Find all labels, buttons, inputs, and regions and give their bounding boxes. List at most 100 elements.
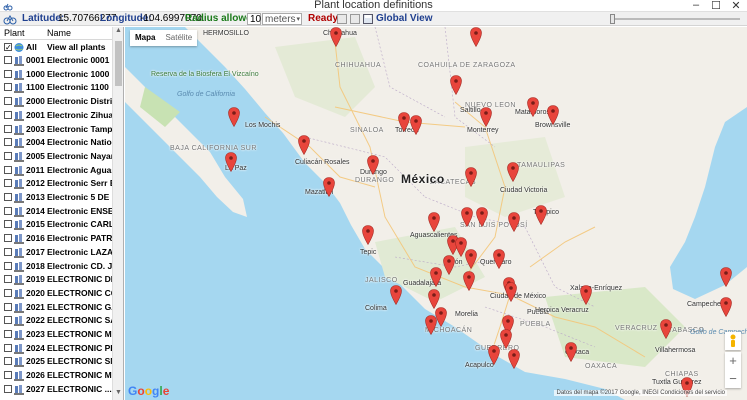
- map-type-satellite[interactable]: Satélite: [160, 30, 197, 46]
- panel-scrollbar[interactable]: ▲ ▼: [112, 27, 123, 400]
- plant-checkbox[interactable]: [4, 302, 12, 311]
- plant-marker-icon[interactable]: [488, 345, 500, 365]
- plant-marker-icon[interactable]: [362, 225, 374, 245]
- plant-checkbox[interactable]: [4, 138, 12, 147]
- zoom-in-button[interactable]: +: [725, 352, 741, 370]
- save-icon[interactable]: [363, 14, 373, 24]
- plant-checkbox[interactable]: [4, 151, 12, 160]
- plant-row[interactable]: 2013Electronic 5 DE DICIEM: [0, 191, 112, 204]
- scroll-down-icon[interactable]: ▼: [113, 389, 123, 399]
- plant-row-all[interactable]: ✓ All View all plants: [0, 41, 112, 54]
- plant-row[interactable]: 2005Electronic Nayarit: [0, 150, 112, 163]
- plant-marker-icon[interactable]: [470, 27, 482, 47]
- plant-marker-icon[interactable]: [323, 177, 335, 197]
- plant-checkbox[interactable]: [4, 288, 12, 297]
- grid-icon[interactable]: [337, 14, 347, 24]
- plant-row[interactable]: 2027 ELECTRONIC ...: [0, 383, 112, 396]
- plant-marker-icon[interactable]: [493, 249, 505, 269]
- plant-marker-icon[interactable]: [527, 97, 539, 117]
- plant-marker-icon[interactable]: [500, 329, 512, 349]
- plant-row[interactable]: 2022ELECTRONIC SALTILLO: [0, 314, 112, 327]
- plant-row[interactable]: 2001Electronic Zihuatanejo: [0, 109, 112, 122]
- plant-marker-icon[interactable]: [428, 212, 440, 232]
- global-view-button[interactable]: Global View: [376, 13, 433, 25]
- plant-checkbox[interactable]: [4, 330, 12, 338]
- plant-checkbox[interactable]: [4, 357, 12, 366]
- plant-row[interactable]: 2004Electronic National: [0, 136, 112, 149]
- plant-marker-icon[interactable]: [507, 162, 519, 182]
- plant-checkbox[interactable]: [4, 371, 12, 380]
- plant-checkbox[interactable]: [4, 220, 12, 229]
- plant-row[interactable]: 0001 Electronic 0001: [0, 54, 112, 67]
- plant-marker-icon[interactable]: [720, 297, 732, 317]
- plant-marker-icon[interactable]: [580, 285, 592, 305]
- plant-row[interactable]: 2003Electronic Tampico: [0, 123, 112, 136]
- plant-marker-icon[interactable]: [508, 349, 520, 369]
- plant-row[interactable]: 2023ELECTRONIC MONCLOVA: [0, 328, 112, 341]
- plant-marker-icon[interactable]: [480, 107, 492, 127]
- plant-marker-icon[interactable]: [430, 267, 442, 287]
- plant-row[interactable]: 2014Electronic ENSENADA: [0, 205, 112, 218]
- plant-checkbox[interactable]: [4, 261, 12, 270]
- plant-row[interactable]: 2017Electronic LAZARO CA: [0, 246, 112, 259]
- map-type-map[interactable]: Mapa: [130, 30, 160, 46]
- plant-row[interactable]: 1100 Electronic 1100: [0, 81, 112, 94]
- map-view[interactable]: Mapa Satélite HERMOSILLOChihuahuaCHIHUAH…: [125, 27, 747, 400]
- plant-row[interactable]: 1000 Electronic 1000: [0, 68, 112, 81]
- plant-marker-icon[interactable]: [390, 285, 402, 305]
- plant-marker-icon[interactable]: [428, 289, 440, 309]
- zoom-slider-track[interactable]: [612, 18, 740, 20]
- column-name[interactable]: Name: [47, 28, 71, 38]
- plant-marker-icon[interactable]: [435, 307, 447, 327]
- plant-row[interactable]: 2012Electronic Serr BC: [0, 177, 112, 190]
- plant-marker-icon[interactable]: [505, 282, 517, 302]
- plant-marker-icon[interactable]: [410, 115, 422, 135]
- plant-row[interactable]: 2021ELECTRONIC GALINDO: [0, 301, 112, 314]
- scroll-up-icon[interactable]: ▲: [113, 27, 123, 37]
- plant-row[interactable]: 2016Electronic PATRICIO TR: [0, 232, 112, 245]
- bike-icon[interactable]: [3, 13, 17, 25]
- plant-row[interactable]: 2025ELECTRONIC SN PEDRO: [0, 355, 112, 368]
- plant-marker-icon[interactable]: [461, 207, 473, 227]
- plant-checkbox[interactable]: [4, 110, 12, 119]
- plant-checkbox[interactable]: [4, 193, 12, 201]
- zoom-out-button[interactable]: −: [725, 370, 741, 388]
- column-plant[interactable]: Plant: [4, 28, 25, 38]
- plant-checkbox[interactable]: [4, 343, 12, 352]
- pegman-icon[interactable]: [725, 332, 741, 350]
- minimize-button[interactable]: –: [686, 0, 706, 11]
- plant-marker-icon[interactable]: [508, 212, 520, 232]
- plant-checkbox[interactable]: [4, 83, 12, 92]
- plant-marker-icon[interactable]: [367, 155, 379, 175]
- plant-marker-icon[interactable]: [330, 27, 342, 47]
- plant-checkbox[interactable]: [4, 275, 12, 284]
- plant-marker-icon[interactable]: [398, 112, 410, 132]
- radius-unit-select[interactable]: meters ▾: [262, 13, 302, 25]
- plant-row[interactable]: 2011Electronic Aguascaliente: [0, 164, 112, 177]
- plant-marker-icon[interactable]: [565, 342, 577, 362]
- plant-marker-icon[interactable]: [660, 319, 672, 339]
- maximize-button[interactable]: ☐: [706, 0, 726, 12]
- plant-marker-icon[interactable]: [547, 105, 559, 125]
- plant-marker-icon[interactable]: [465, 249, 477, 269]
- plant-marker-icon[interactable]: [463, 271, 475, 291]
- plant-checkbox[interactable]: [4, 234, 12, 243]
- plant-checkbox[interactable]: [4, 124, 12, 133]
- plant-row[interactable]: 2019ELECTRONIC DR.BELISA: [0, 273, 112, 286]
- plant-marker-icon[interactable]: [450, 75, 462, 95]
- plant-marker-icon[interactable]: [465, 167, 477, 187]
- plant-checkbox[interactable]: [4, 206, 12, 215]
- plant-checkbox[interactable]: [4, 179, 12, 188]
- plant-marker-icon[interactable]: [476, 207, 488, 227]
- plant-checkbox[interactable]: [4, 316, 12, 325]
- plant-checkbox[interactable]: [4, 56, 12, 64]
- zoom-slider-thumb[interactable]: [610, 14, 615, 24]
- plant-checkbox[interactable]: [4, 384, 12, 393]
- plant-row[interactable]: 2020ELECTRONIC COMITAN: [0, 287, 112, 300]
- plant-marker-icon[interactable]: [298, 135, 310, 155]
- plant-checkbox[interactable]: [4, 247, 12, 256]
- plant-checkbox[interactable]: [4, 165, 12, 174]
- plant-marker-icon[interactable]: [228, 107, 240, 127]
- plant-row[interactable]: 2015Electronic CARLOS ES: [0, 218, 112, 231]
- radius-input[interactable]: 10: [247, 13, 261, 25]
